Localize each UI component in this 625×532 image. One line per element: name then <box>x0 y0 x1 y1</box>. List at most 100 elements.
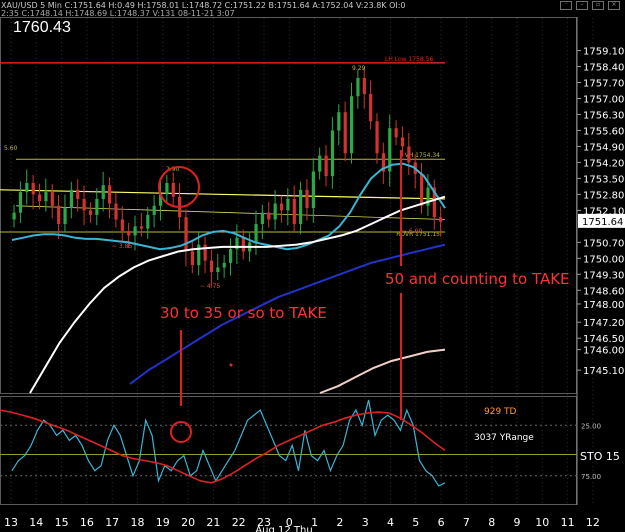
candle-body-48 <box>318 155 322 172</box>
candle-body-56 <box>369 93 373 122</box>
y-tick-label-15: 1755.60 <box>583 126 624 137</box>
candle-body-15 <box>108 185 112 204</box>
candle-body-0 <box>12 212 16 220</box>
candle-body-1 <box>18 192 23 213</box>
annotation-7: 50 and counting to TAKE <box>385 270 570 288</box>
x-tick-label-5: 18 <box>131 516 145 529</box>
candle-body-2 <box>25 182 29 193</box>
y-tick-label-5: 1748.60 <box>583 286 624 297</box>
annotation-2: 9.29 <box>352 65 366 72</box>
y-tick-label-7: 1750.00 <box>583 254 624 265</box>
candle-body-33 <box>222 262 226 268</box>
candle-body-9 <box>69 189 74 209</box>
y-tick-label-6: 1749.30 <box>583 270 624 281</box>
candle-body-49 <box>324 155 328 177</box>
x-tick-label-2: 15 <box>55 516 69 529</box>
candle-body-6 <box>50 192 54 206</box>
candle-body-11 <box>82 198 86 211</box>
y-tick-label-18: 1757.70 <box>583 79 624 90</box>
y-tick-label-14: 1754.90 <box>583 142 624 153</box>
candle-body-61 <box>400 137 405 147</box>
candle-body-34 <box>229 249 233 263</box>
candle-body-25 <box>171 182 175 197</box>
candle-body-53 <box>349 96 354 154</box>
x-tick-label-20: 9 <box>514 516 521 529</box>
ohlc-line: 2:35 C:1748.14 H:1748.69 L:1748.37 V:131… <box>1 9 235 18</box>
y-tick-label-2: 1746.50 <box>583 334 624 345</box>
osc-tick-label-1: 75.00 <box>581 473 601 481</box>
candle-body-21 <box>146 214 150 229</box>
candle-body-30 <box>203 244 207 261</box>
candle-body-47 <box>311 171 315 209</box>
candle-body-41 <box>273 203 277 220</box>
close-icon[interactable]: × <box>608 1 620 10</box>
y-tick-label-3: 1747.20 <box>583 318 624 329</box>
y-tick-label-16: 1756.30 <box>583 110 624 121</box>
candle-body-5 <box>44 192 48 202</box>
current-price-display: 1760.43 <box>13 19 71 36</box>
candle-body-54 <box>356 77 360 97</box>
x-tick-label-17: 6 <box>438 516 445 529</box>
candle-body-4 <box>37 194 42 202</box>
x-tick-label-0: 13 <box>4 516 18 529</box>
x-date-label: Aug 12 Thu <box>255 525 312 532</box>
x-tick-label-4: 17 <box>105 516 119 529</box>
candle-body-64 <box>420 173 424 206</box>
x-tick-label-1: 14 <box>29 516 43 529</box>
candle-body-7 <box>57 205 61 225</box>
candle-body-60 <box>394 128 398 138</box>
candle-body-20 <box>139 226 144 229</box>
candle-body-27 <box>184 217 188 252</box>
candle-body-40 <box>267 212 271 220</box>
candle-body-24 <box>165 182 169 195</box>
candle-body-45 <box>299 189 303 225</box>
y-tick-label-4: 1748.00 <box>583 300 624 311</box>
x-tick-label-3: 16 <box>80 516 94 529</box>
x-tick-label-13: 2 <box>336 516 343 529</box>
x-tick-label-14: 3 <box>362 516 369 529</box>
candle-body-14 <box>101 185 105 199</box>
x-tick-label-7: 20 <box>181 516 195 529</box>
candle-body-50 <box>330 130 335 177</box>
candle-body-57 <box>375 121 379 154</box>
osc-tick-label-0: 25.00 <box>581 422 601 430</box>
y-tick-label-11: 1752.80 <box>583 190 624 201</box>
candle-body-44 <box>292 198 296 225</box>
candle-body-10 <box>76 189 80 199</box>
current-price-label: 1751.64 <box>582 217 623 228</box>
candle-body-16 <box>114 203 118 220</box>
x-tick-label-18: 7 <box>463 516 470 529</box>
osc-label-2: STO 15 <box>580 450 620 463</box>
candle-body-42 <box>279 203 284 211</box>
osc-label-0: 929 TD <box>484 407 517 417</box>
annotation-5: ~ 6.00 <box>402 228 422 235</box>
candle-body-3 <box>31 182 35 195</box>
candle-body-43 <box>286 198 290 211</box>
candle-body-17 <box>120 219 124 231</box>
y-tick-label-20: 1759.10 <box>583 47 624 58</box>
annotation-6: 30 to 35 or so to TAKE <box>160 304 327 322</box>
candle-body-22 <box>152 205 156 215</box>
candle-body-51 <box>337 112 341 131</box>
candle-body-8 <box>63 208 67 225</box>
x-tick-label-19: 8 <box>488 516 495 529</box>
candle-body-13 <box>95 198 99 215</box>
ref-line-label-0: LH Low 1758.56 <box>385 56 433 63</box>
pin-icon[interactable]: · <box>560 1 572 10</box>
y-tick-label-1: 1746.00 <box>583 346 624 357</box>
minimize-icon[interactable]: – <box>576 1 588 10</box>
x-tick-label-21: 10 <box>535 516 549 529</box>
candle-body-19 <box>133 226 137 236</box>
annotation-3: ~ 3.85 <box>112 243 132 250</box>
chart-canvas[interactable]: 1745.10 1746.001746.50 1747.20 1748.00 1748.… <box>0 0 625 532</box>
restore-icon[interactable]: ▫ <box>592 1 604 10</box>
y-tick-label-17: 1757.00 <box>583 94 624 105</box>
candle-body-39 <box>260 212 265 225</box>
candle-body-18 <box>127 230 131 236</box>
x-tick-label-8: 21 <box>206 516 220 529</box>
y-tick-label-19: 1758.40 <box>583 63 624 74</box>
osc-label-1: 3037 YRange <box>474 433 534 443</box>
y-tick-label-8: 1750.70 <box>583 238 624 249</box>
x-tick-label-16: 5 <box>412 516 419 529</box>
annotation-0: 5.60 <box>4 145 18 152</box>
